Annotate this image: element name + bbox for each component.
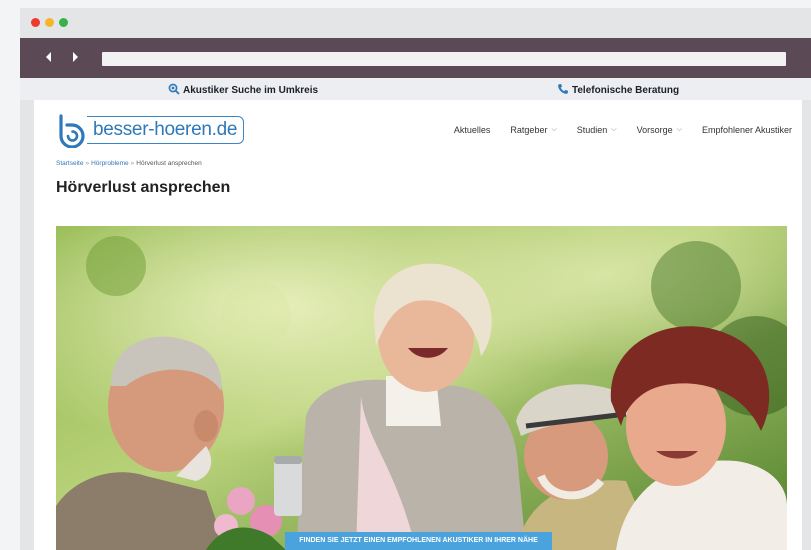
find-akustiker-cta-button[interactable]: FINDEN SIE JETZT EINEN EMPFOHLENEN AKUST… [285, 532, 552, 550]
breadcrumb-separator: » [130, 160, 135, 167]
window-titlebar [20, 8, 811, 38]
main-navigation: Aktuelles Ratgeber ⌵ Studien ⌵ Vorsorge ⌵ E… [454, 125, 792, 135]
nav-item-label: Vorsorge [636, 125, 673, 135]
breadcrumb-current: Hörverlust ansprechen [136, 160, 202, 167]
site-logo[interactable]: besser-hoeren.de [57, 112, 245, 149]
nav-item-label: Empfohlener Akustiker [701, 125, 792, 135]
hero-photo-illustration [56, 226, 787, 550]
akustiker-search-link[interactable]: Akustiker Suche im Umkreis [168, 83, 318, 98]
breadcrumb-parent-link[interactable]: Hörprobleme [91, 160, 129, 167]
chevron-down-icon: ⌵ [676, 126, 682, 133]
website-page: besser-hoeren.de Aktuelles Ratgeber ⌵ Stu… [34, 100, 802, 550]
nav-item-empfohlener-akustiker[interactable]: Empfohlener Akustiker [702, 125, 792, 135]
chevron-down-icon: ⌵ [551, 126, 557, 133]
breadcrumb: Startseite» Hörprobleme» Hörverlust anspre… [56, 160, 202, 167]
nav-item-ratgeber[interactable]: Ratgeber ⌵ [510, 125, 556, 135]
maximize-window-dot[interactable] [59, 18, 68, 27]
search-icon [168, 83, 180, 98]
akustiker-search-label: Akustiker Suche im Umkreis [183, 85, 319, 96]
utility-bar: Akustiker Suche im Umkreis Telefonische … [20, 78, 811, 100]
breadcrumb-separator: » [85, 160, 90, 167]
breadcrumb-home-link[interactable]: Startseite [56, 160, 83, 167]
close-window-dot[interactable] [31, 18, 40, 27]
chevron-right-icon[interactable] [68, 50, 82, 66]
phone-consultation-label: Telefonische Beratung [572, 85, 680, 96]
browser-window: Akustiker Suche im Umkreis Telefonische … [20, 8, 811, 550]
nav-item-label: Aktuelles [453, 125, 491, 135]
minimize-window-dot[interactable] [45, 18, 54, 27]
chevron-down-icon: ⌵ [611, 126, 617, 133]
nav-item-vorsorge[interactable]: Vorsorge ⌵ [637, 125, 682, 135]
nav-item-aktuelles[interactable]: Aktuelles [454, 125, 491, 135]
address-bar[interactable] [102, 52, 786, 66]
nav-item-label: Ratgeber [510, 125, 548, 135]
chevron-left-icon[interactable] [42, 50, 56, 66]
phone-consultation-link[interactable]: Telefonische Beratung [557, 83, 679, 98]
logo-mark-icon [57, 113, 90, 149]
logo-text: besser-hoeren.de [93, 119, 238, 140]
nav-item-label: Studien [576, 125, 608, 135]
phone-icon [557, 83, 569, 98]
hero-photo: FINDEN SIE JETZT EINEN EMPFOHLENEN AKUST… [56, 226, 787, 550]
page-title: Hörverlust ansprechen [56, 179, 231, 196]
browser-toolbar [20, 38, 811, 78]
nav-item-studien[interactable]: Studien ⌵ [577, 125, 617, 135]
logo-wordmark-box: besser-hoeren.de [87, 116, 245, 144]
